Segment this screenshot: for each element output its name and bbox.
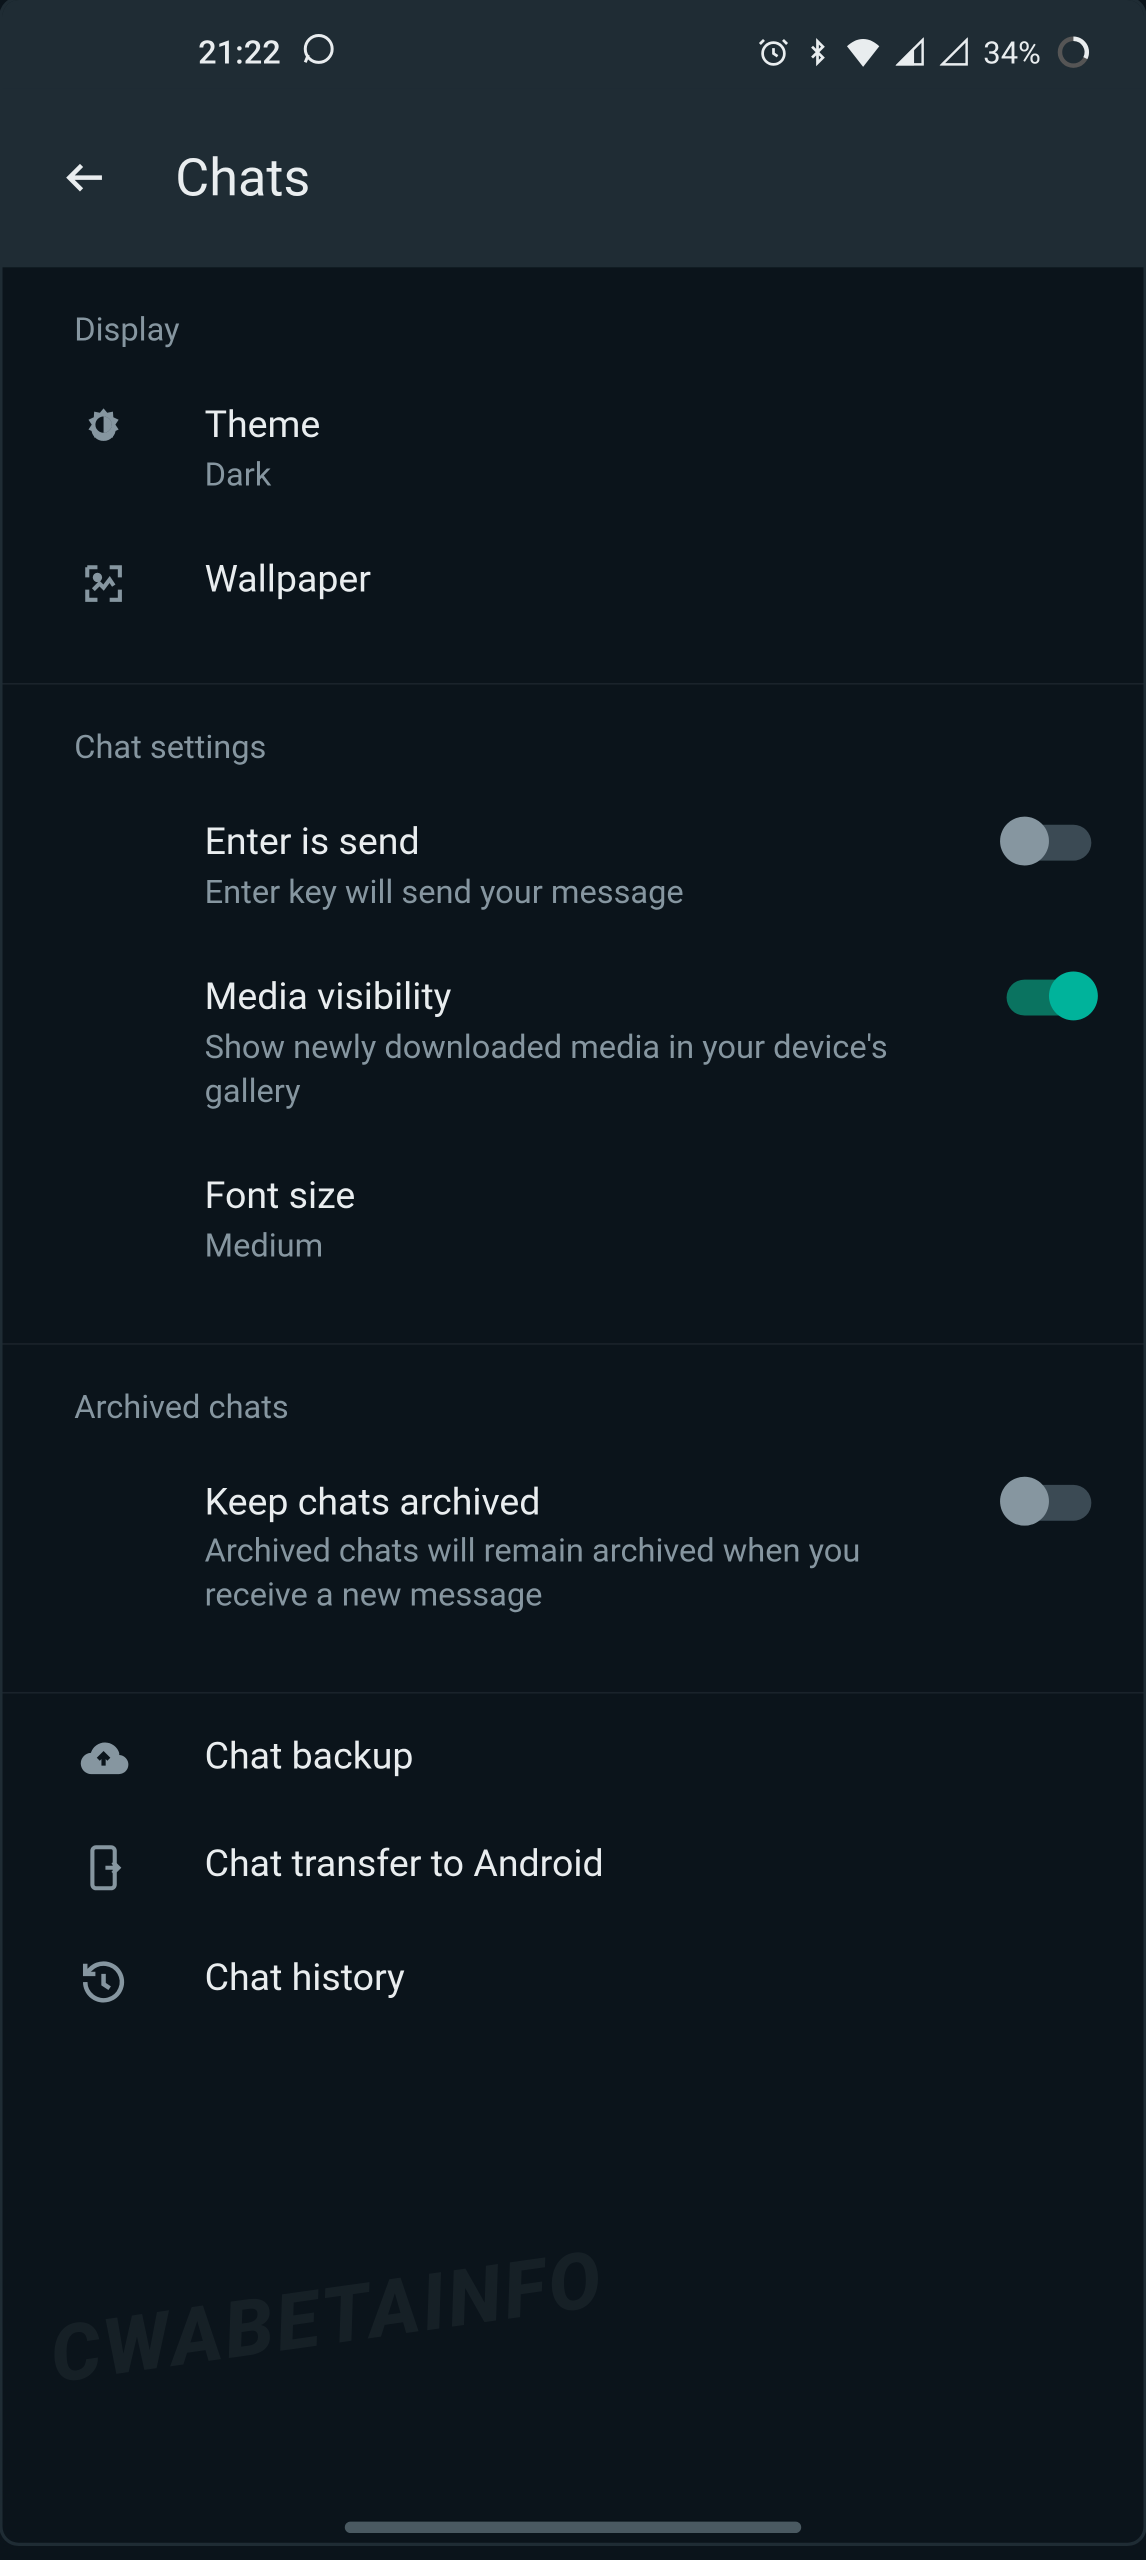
item-theme[interactable]: Theme Dark [3, 362, 1144, 517]
app-bar: Chats [3, 88, 1144, 267]
item-wallpaper[interactable]: Wallpaper [3, 517, 1144, 628]
item-chat-backup[interactable]: Chat backup [3, 1694, 1144, 1801]
keep-archived-title: Keep chats archived [205, 1478, 935, 1527]
item-media-visibility[interactable]: Media visibility Show newly downloaded m… [3, 934, 1144, 1133]
item-chat-transfer[interactable]: Chat transfer to Android [3, 1802, 1144, 1916]
wallpaper-icon [74, 556, 133, 608]
keep-archived-sub: Archived chats will remain archived when… [205, 1530, 890, 1618]
battery-percent: 34% [983, 33, 1041, 70]
enter-is-send-sub: Enter key will send your message [205, 870, 890, 914]
media-visibility-toggle[interactable] [1007, 979, 1092, 1015]
section-other: Chat backup Chat transfer to Android Cha… [3, 1694, 1144, 2082]
keep-archived-toggle[interactable] [1007, 1484, 1092, 1520]
bluetooth-icon [804, 36, 830, 69]
item-font-size[interactable]: Font size Medium [3, 1132, 1144, 1287]
screen: 21:22 34% [3, 0, 1144, 2543]
enter-is-send-title: Enter is send [205, 818, 935, 867]
item-keep-archived[interactable]: Keep chats archived Archived chats will … [3, 1439, 1144, 1638]
alarm-icon [757, 36, 790, 69]
media-visibility-sub: Show newly downloaded media in your devi… [205, 1025, 890, 1113]
chat-backup-title: Chat backup [205, 1733, 1105, 1782]
section-archived: Archived chats Keep chats archived Archi… [3, 1344, 1144, 1694]
media-visibility-title: Media visibility [205, 973, 935, 1022]
wallpaper-title: Wallpaper [205, 556, 1105, 605]
signal2-icon [939, 37, 968, 66]
section-display: Display Theme Dark Wallpaper [3, 267, 1144, 684]
section-header-chat-settings: Chat settings [3, 684, 1144, 779]
wifi-icon [845, 37, 881, 66]
chat-history-title: Chat history [205, 1955, 1105, 2004]
section-header-display: Display [3, 267, 1144, 362]
battery-circle-icon [1055, 34, 1091, 70]
cloud-upload-icon [74, 1733, 133, 1779]
page-title: Chats [175, 147, 310, 209]
whatsapp-status-icon [300, 30, 336, 74]
watermark: CWABETAINFO [44, 2232, 609, 2402]
theme-title: Theme [205, 401, 1105, 450]
back-button[interactable] [61, 153, 110, 202]
section-header-archived: Archived chats [3, 1344, 1144, 1439]
signal-icon [895, 37, 924, 66]
item-enter-is-send[interactable]: Enter is send Enter key will send your m… [3, 779, 1144, 934]
brightness-icon [74, 401, 133, 453]
item-chat-history[interactable]: Chat history [3, 1916, 1144, 2027]
status-bar: 21:22 34% [3, 0, 1144, 88]
history-icon [74, 1955, 133, 2007]
theme-value: Dark [205, 453, 890, 497]
chat-transfer-title: Chat transfer to Android [205, 1841, 1105, 1890]
font-size-value: Medium [205, 1223, 890, 1267]
status-time: 21:22 [198, 33, 281, 72]
phone-transfer-icon [74, 1841, 133, 1896]
enter-is-send-toggle[interactable] [1007, 825, 1092, 861]
section-chat-settings: Chat settings Enter is send Enter key wi… [3, 684, 1144, 1344]
nav-handle[interactable] [345, 2522, 801, 2533]
font-size-title: Font size [205, 1171, 1105, 1220]
